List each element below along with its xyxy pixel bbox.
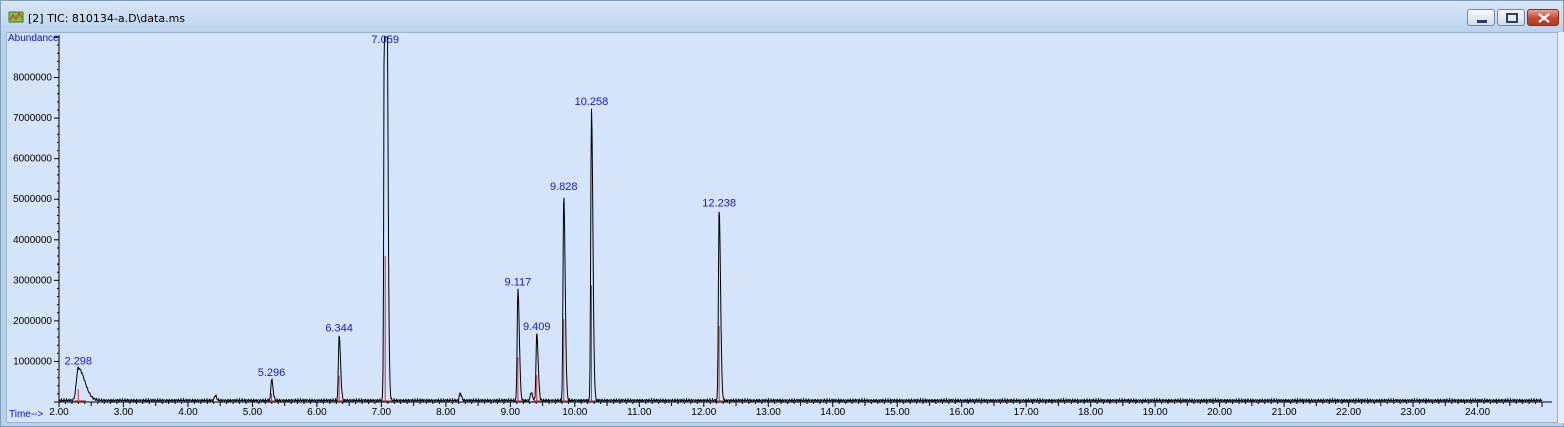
peak-label: 9.828 [550, 181, 578, 193]
y-tick-label: 6000000 [13, 154, 52, 165]
x-tick-label: 11.00 [627, 407, 652, 418]
y-tick-label: 1000000 [13, 356, 52, 367]
x-tick-label: 5.00 [243, 407, 263, 418]
x-tick-label: 18.00 [1078, 407, 1103, 418]
peak-label: 6.344 [325, 322, 353, 334]
y-tick-label: 2000000 [13, 316, 52, 327]
peak-label: 5.296 [258, 367, 286, 379]
y-tick-label: 5000000 [13, 194, 52, 205]
x-tick-label: 8.00 [436, 407, 456, 418]
y-tick-label: 4000000 [13, 235, 52, 246]
x-tick-label: 19.00 [1143, 407, 1168, 418]
close-icon [1538, 13, 1550, 23]
peak-label: 9.409 [523, 321, 551, 333]
x-tick-label: 14.00 [820, 407, 845, 418]
x-tick-label: 17.00 [1014, 407, 1039, 418]
y-axis-title: Abundance [8, 33, 59, 44]
chromatogram-plot[interactable]: 2.00 3.00 4.00 5.00 6.00 7.00 8.00 9.00 10.00 11.… [6, 32, 1558, 423]
y-tick-label: 8000000 [13, 73, 52, 84]
x-tick-label: 2.00 [49, 407, 69, 418]
title-bar[interactable]: [2] TIC: 810134-a.D\data.ms [1, 1, 1563, 31]
x-tick-label: 9.00 [501, 407, 521, 418]
x-tick-label: 22.00 [1336, 407, 1361, 418]
x-axis-title: Time--> [9, 409, 44, 420]
close-button[interactable] [1527, 9, 1559, 26]
x-tick-label: 24.00 [1465, 407, 1490, 418]
x-tick-label: 16.00 [949, 407, 974, 418]
x-tick-label: 12.00 [691, 407, 716, 418]
x-tick-label: 6.00 [307, 407, 327, 418]
maximize-icon [1506, 13, 1518, 23]
peak-label: 9.117 [505, 276, 532, 288]
x-tick-label: 4.00 [178, 407, 198, 418]
x-tick-label: 7.00 [372, 407, 392, 418]
peak-label: 12.238 [702, 197, 736, 209]
y-tick-label: 7000000 [13, 113, 52, 124]
scrollbar-track[interactable] [1558, 32, 1564, 423]
chromatogram-window: [2] TIC: 810134-a.D\data.ms 2.00 3.00 4.00… [0, 0, 1564, 427]
chromatogram-app-icon [8, 11, 24, 23]
x-tick-label: 21.00 [1272, 407, 1297, 418]
peak-label: 7.059 [371, 34, 399, 46]
window-title: [2] TIC: 810134-a.D\data.ms [28, 12, 186, 25]
x-tick-label: 10.00 [562, 407, 587, 418]
maximize-button[interactable] [1497, 9, 1525, 26]
tic-trace [58, 36, 1543, 404]
chromatogram-chart: 2.00 3.00 4.00 5.00 6.00 7.00 8.00 9.00 10.00 11.… [8, 33, 1552, 420]
x-tick-label: 20.00 [1207, 407, 1232, 418]
x-tick-label: 3.00 [114, 407, 134, 418]
peak-label: 2.298 [64, 356, 92, 368]
x-tick-label: 13.00 [756, 407, 781, 418]
x-tick-label: 23.00 [1401, 407, 1426, 418]
minimize-button[interactable] [1467, 9, 1495, 26]
minimize-icon [1477, 20, 1487, 23]
x-tick-label: 15.00 [885, 407, 910, 418]
peak-label: 10.258 [575, 96, 609, 108]
y-tick-label: 3000000 [13, 275, 52, 286]
